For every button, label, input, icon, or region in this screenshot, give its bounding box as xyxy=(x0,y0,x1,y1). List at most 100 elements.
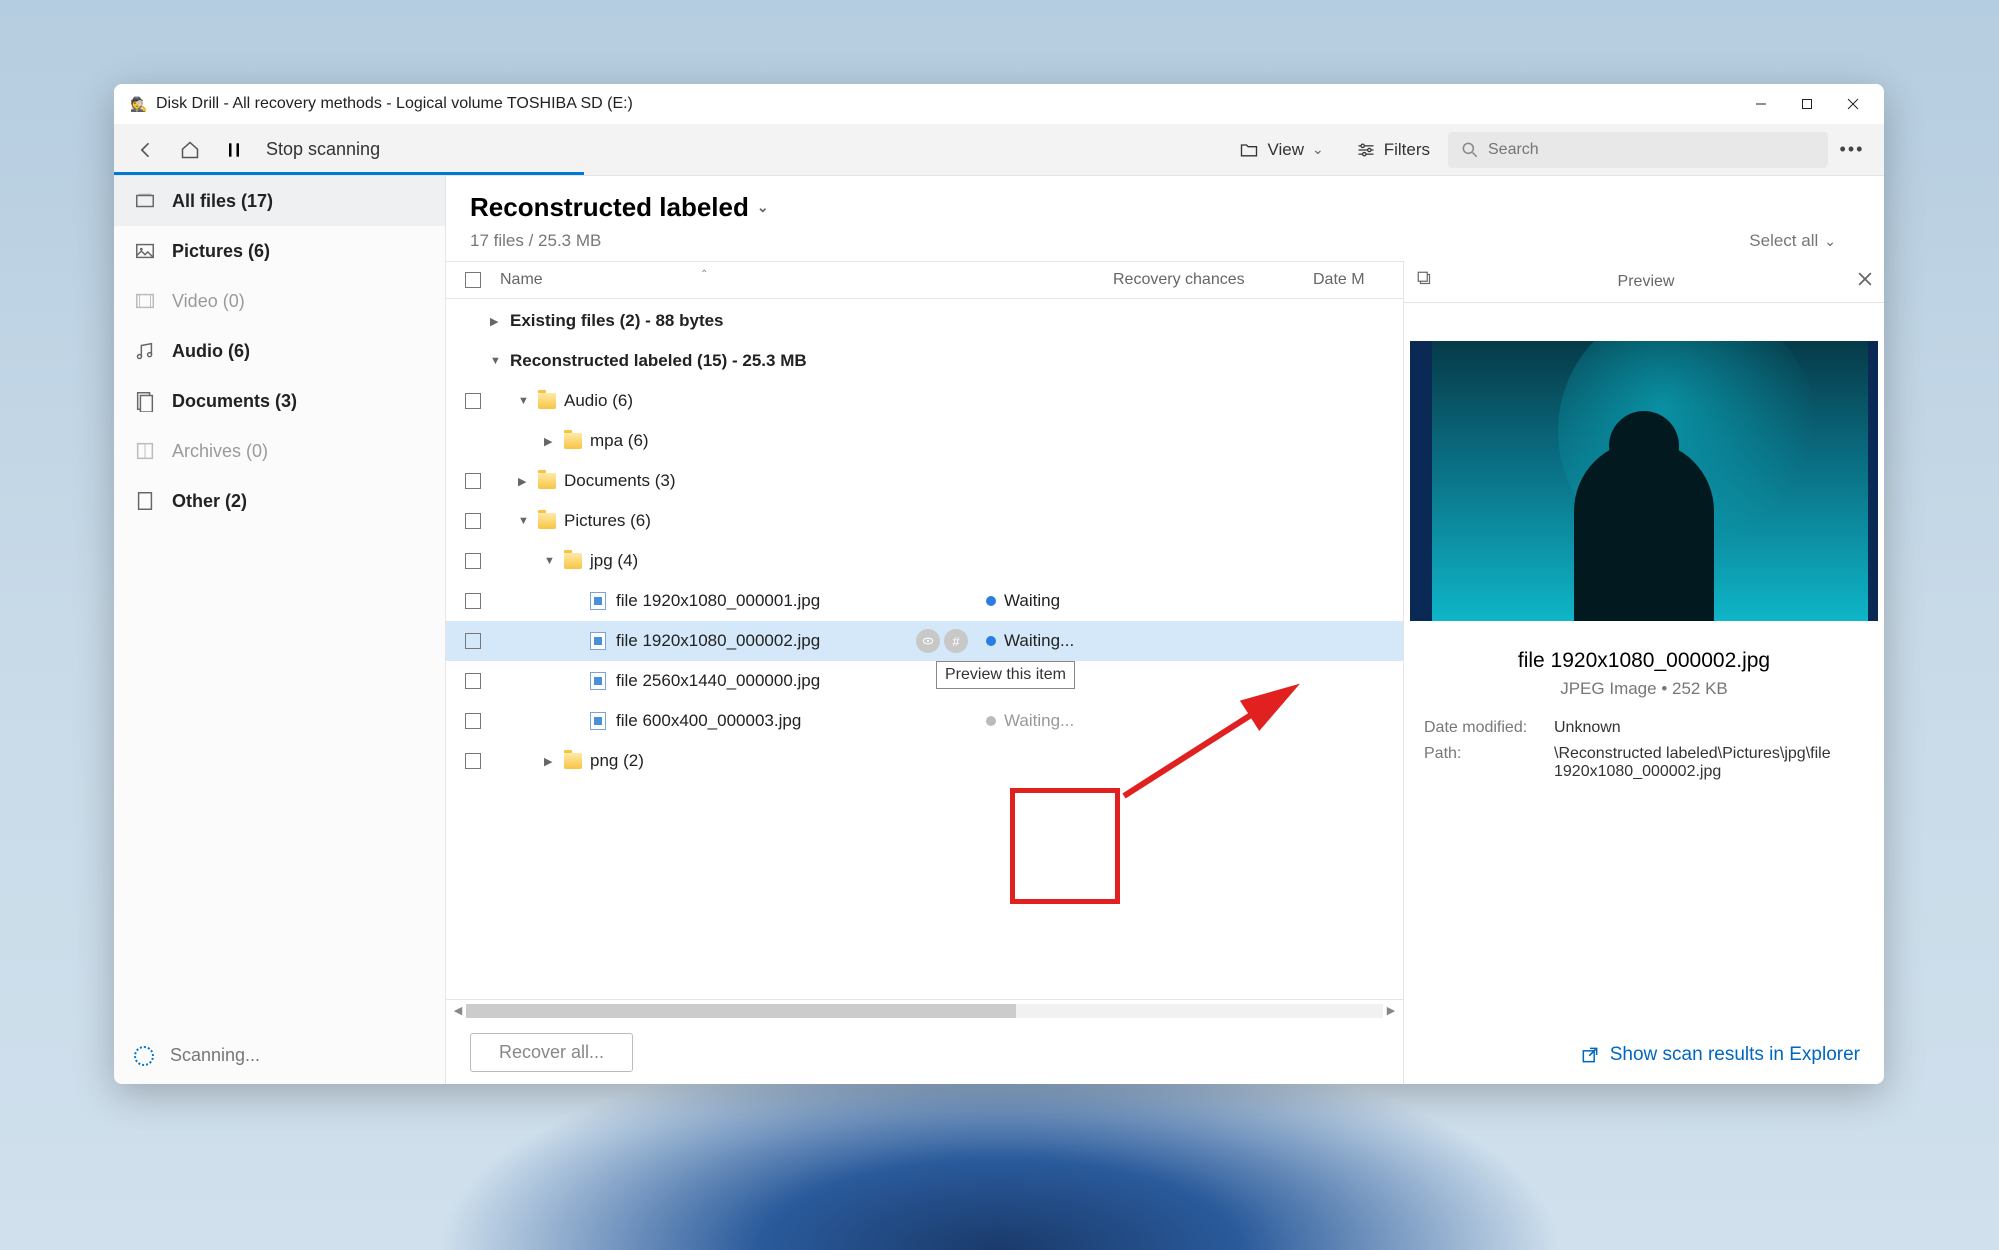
popout-icon[interactable] xyxy=(1416,270,1434,293)
pause-button[interactable] xyxy=(214,130,254,170)
file-tree-area: Name⌃ Recovery chances Date M ▶ Existing… xyxy=(446,261,1404,1084)
collapse-icon[interactable]: ▼ xyxy=(490,355,504,367)
titlebar: 🕵️ Disk Drill - All recovery methods - L… xyxy=(114,84,1884,124)
status-text: Waiting xyxy=(1004,591,1060,611)
filters-button[interactable]: Filters xyxy=(1342,140,1444,160)
meta-value: \Reconstructed labeled\Pictures\jpg\file… xyxy=(1554,745,1864,781)
tree-folder-jpg[interactable]: ▼ jpg (4) xyxy=(446,541,1403,581)
select-all-checkbox[interactable] xyxy=(465,272,481,288)
view-dropdown[interactable]: View ⌄ xyxy=(1225,140,1337,160)
sidebar-item-archives[interactable]: Archives (0) xyxy=(114,426,445,476)
tree-group-existing[interactable]: ▶ Existing files (2) - 88 bytes xyxy=(446,301,1403,341)
main-area: Reconstructed labeled ⌄ 17 files / 25.3 … xyxy=(446,176,1884,1084)
tree-folder-mpa[interactable]: ▶ mpa (6) xyxy=(446,421,1403,461)
checkbox[interactable] xyxy=(465,633,481,649)
collapse-icon[interactable]: ▼ xyxy=(518,515,532,527)
sidebar-item-all-files[interactable]: All files (17) xyxy=(114,176,445,226)
minimize-button[interactable] xyxy=(1738,84,1784,124)
checkbox[interactable] xyxy=(465,753,481,769)
expand-icon[interactable]: ▶ xyxy=(544,435,558,448)
sidebar-item-video[interactable]: Video (0) xyxy=(114,276,445,326)
meta-value: Unknown xyxy=(1554,719,1864,737)
music-icon xyxy=(134,340,156,362)
chevron-down-icon: ⌄ xyxy=(1312,141,1324,158)
window-title: Disk Drill - All recovery methods - Logi… xyxy=(156,95,633,113)
view-label: View xyxy=(1267,140,1304,160)
show-in-explorer-link[interactable]: Show scan results in Explorer xyxy=(1404,1026,1884,1084)
image-file-icon xyxy=(590,712,606,730)
preview-eye-icon[interactable] xyxy=(916,629,940,653)
tree-folder-pictures[interactable]: ▼ Pictures (6) xyxy=(446,501,1403,541)
folder-icon xyxy=(538,473,556,489)
sidebar-item-label: Documents (3) xyxy=(172,391,297,412)
chevron-down-icon: ⌄ xyxy=(1824,233,1836,250)
more-button[interactable]: ••• xyxy=(1832,139,1872,160)
column-headers: Name⌃ Recovery chances Date M xyxy=(446,261,1403,299)
preview-image xyxy=(1410,341,1878,621)
checkbox[interactable] xyxy=(465,593,481,609)
sidebar-item-documents[interactable]: Documents (3) xyxy=(114,376,445,426)
folder-icon xyxy=(538,393,556,409)
horizontal-scrollbar[interactable]: ◀ ▶ xyxy=(446,999,1403,1021)
recover-all-button[interactable]: Recover all... xyxy=(470,1033,633,1072)
section-title-dropdown[interactable]: Reconstructed labeled ⌄ xyxy=(470,192,769,223)
folder-icon xyxy=(564,753,582,769)
status-dot-icon xyxy=(986,596,996,606)
close-button[interactable] xyxy=(1830,84,1876,124)
expand-icon[interactable]: ▶ xyxy=(544,755,558,768)
close-preview-button[interactable] xyxy=(1858,272,1872,291)
expand-icon[interactable]: ▶ xyxy=(490,315,504,328)
tree-file-selected[interactable]: file 1920x1080_000002.jpg # Waiting... xyxy=(446,621,1403,661)
collapse-icon[interactable]: ▼ xyxy=(544,555,558,567)
select-all-button[interactable]: Select all ⌄ xyxy=(1749,231,1836,251)
home-button[interactable] xyxy=(170,130,210,170)
back-button[interactable] xyxy=(126,130,166,170)
scroll-left-icon[interactable]: ◀ xyxy=(450,1004,466,1017)
collapse-icon[interactable]: ▼ xyxy=(518,395,532,407)
column-recovery[interactable]: Recovery chances xyxy=(1113,271,1313,289)
active-tab-indicator xyxy=(114,172,584,175)
scroll-thumb[interactable] xyxy=(466,1004,1016,1018)
search-box[interactable] xyxy=(1448,132,1828,168)
maximize-button[interactable] xyxy=(1784,84,1830,124)
status-dot-icon xyxy=(986,636,996,646)
checkbox[interactable] xyxy=(465,473,481,489)
document-icon xyxy=(134,390,156,412)
sort-indicator-icon: ⌃ xyxy=(700,269,708,280)
scroll-right-icon[interactable]: ▶ xyxy=(1383,1004,1399,1017)
sidebar-item-label: All files (17) xyxy=(172,191,273,212)
archive-icon xyxy=(134,440,156,462)
sidebar-item-other[interactable]: Other (2) xyxy=(114,476,445,526)
sidebar-item-label: Pictures (6) xyxy=(172,241,270,262)
checkbox[interactable] xyxy=(465,513,481,529)
toolbar: Stop scanning View ⌄ Filters ••• xyxy=(114,124,1884,176)
tree-group-reconstructed[interactable]: ▼ Reconstructed labeled (15) - 25.3 MB xyxy=(446,341,1403,381)
stop-scanning-label[interactable]: Stop scanning xyxy=(266,139,380,160)
meta-key: Date modified: xyxy=(1424,719,1554,737)
expand-icon[interactable]: ▶ xyxy=(518,475,532,488)
app-icon: 🕵️ xyxy=(130,95,148,113)
preview-filename: file 1920x1080_000002.jpg xyxy=(1424,649,1864,673)
hex-view-icon[interactable]: # xyxy=(944,629,968,653)
column-date[interactable]: Date M xyxy=(1313,271,1403,289)
tree-folder-audio[interactable]: ▼ Audio (6) xyxy=(446,381,1403,421)
checkbox[interactable] xyxy=(465,713,481,729)
sliders-icon xyxy=(1356,140,1376,160)
column-name[interactable]: Name⌃ xyxy=(490,271,1113,289)
select-all-label: Select all xyxy=(1749,231,1818,251)
tree-file[interactable]: file 1920x1080_000001.jpg Waiting xyxy=(446,581,1403,621)
checkbox[interactable] xyxy=(465,393,481,409)
sidebar-item-pictures[interactable]: Pictures (6) xyxy=(114,226,445,276)
checkbox[interactable] xyxy=(465,673,481,689)
desktop-wallpaper xyxy=(0,1070,1999,1250)
file-tree: ▶ Existing files (2) - 88 bytes ▼ Recons… xyxy=(446,299,1403,999)
sidebar: All files (17) Pictures (6) Video (0) Au… xyxy=(114,176,446,1084)
sidebar-item-label: Audio (6) xyxy=(172,341,250,362)
chevron-down-icon: ⌄ xyxy=(757,199,769,216)
sidebar-item-audio[interactable]: Audio (6) xyxy=(114,326,445,376)
tree-folder-documents[interactable]: ▶ Documents (3) xyxy=(446,461,1403,501)
preview-filetype: JPEG Image • 252 KB xyxy=(1424,679,1864,699)
section-title: Reconstructed labeled xyxy=(470,192,749,223)
search-input[interactable] xyxy=(1488,141,1816,159)
checkbox[interactable] xyxy=(465,553,481,569)
